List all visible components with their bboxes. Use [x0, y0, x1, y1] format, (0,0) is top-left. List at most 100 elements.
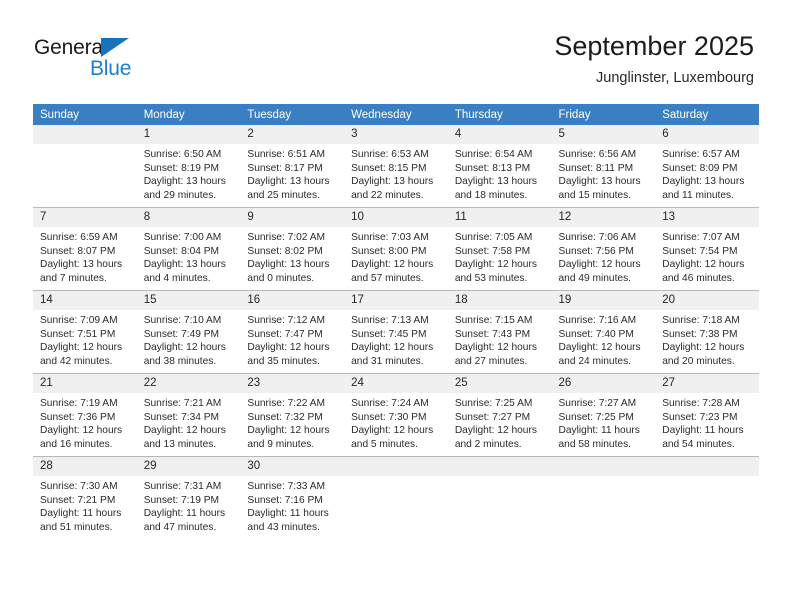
sunrise-text: Sunrise: 7:25 AM: [454, 398, 533, 409]
day-number: 26: [551, 374, 656, 393]
calendar-day-cell[interactable]: 15 Sunrise: 7:10 AM Sunset: 7:49 PM Dayl…: [136, 290, 241, 374]
daylight-text-line1: Daylight: 13 hours: [143, 176, 226, 188]
daylight-text-line1: Daylight: 12 hours: [558, 259, 641, 271]
calendar-day-cell[interactable]: 14 Sunrise: 7:09 AM Sunset: 7:51 PM Dayl…: [33, 290, 137, 374]
calendar-day-cell[interactable]: 4 Sunrise: 6:54 AM Sunset: 8:13 PM Dayli…: [447, 125, 552, 208]
sunset-text: Sunset: 7:36 PM: [40, 411, 116, 423]
calendar-day-cell[interactable]: 30 Sunrise: 7:33 AM Sunset: 7:16 PM Dayl…: [240, 456, 345, 539]
calendar-day-cell[interactable]: 21 Sunrise: 7:19 AM Sunset: 7:36 PM Dayl…: [33, 373, 137, 457]
calendar-day-cell[interactable]: 5 Sunrise: 6:56 AM Sunset: 8:11 PM Dayli…: [551, 125, 656, 208]
sunset-text: Sunset: 7:19 PM: [143, 494, 220, 506]
daylight-text-line1: Daylight: 13 hours: [247, 259, 330, 271]
daylight-text-line2: and 58 minutes.: [558, 438, 632, 450]
daylight-text-line1: Daylight: 13 hours: [247, 176, 330, 188]
daylight-text-line1: Daylight: 13 hours: [558, 176, 641, 188]
day-details: Sunrise: 6:51 AM Sunset: 8:17 PM Dayligh…: [240, 144, 344, 202]
calendar-day-cell[interactable]: 7 Sunrise: 6:59 AM Sunset: 8:07 PM Dayli…: [33, 207, 137, 291]
day-details: Sunrise: 7:16 AM Sunset: 7:40 PM Dayligh…: [552, 310, 656, 368]
calendar-day-cell[interactable]: 26 Sunrise: 7:27 AM Sunset: 7:25 PM Dayl…: [551, 373, 656, 457]
page-header: General Blue September 2025 Junglinster,…: [0, 0, 792, 104]
sunrise-text: Sunrise: 7:30 AM: [40, 481, 118, 492]
day-number: 19: [551, 291, 656, 310]
calendar-day-cell[interactable]: [344, 456, 448, 539]
weekday-header-saturday: Saturday: [655, 104, 759, 125]
sunset-text: Sunset: 8:09 PM: [662, 162, 738, 174]
calendar-day-cell[interactable]: 27 Sunrise: 7:28 AM Sunset: 7:23 PM Dayl…: [655, 373, 759, 457]
day-details: [33, 144, 137, 148]
calendar-day-cell[interactable]: 16 Sunrise: 7:12 AM Sunset: 7:47 PM Dayl…: [240, 290, 345, 374]
calendar-week-row: 21 Sunrise: 7:19 AM Sunset: 7:36 PM Dayl…: [33, 373, 759, 457]
sunrise-text: Sunrise: 7:22 AM: [247, 398, 325, 409]
daylight-text-line1: Daylight: 12 hours: [454, 342, 537, 354]
daylight-text-line1: Daylight: 12 hours: [143, 342, 226, 354]
calendar-day-cell[interactable]: 1 Sunrise: 6:50 AM Sunset: 8:19 PM Dayli…: [136, 125, 241, 208]
weekday-header-thursday: Thursday: [447, 104, 552, 125]
calendar-day-cell[interactable]: 22 Sunrise: 7:21 AM Sunset: 7:34 PM Dayl…: [136, 373, 241, 457]
sunrise-text: Sunrise: 7:28 AM: [662, 398, 740, 409]
calendar-day-cell[interactable]: [447, 456, 552, 539]
daylight-text-line1: Daylight: 12 hours: [454, 259, 537, 271]
daylight-text-line2: and 13 minutes.: [143, 438, 217, 450]
calendar-header-row: Sunday Monday Tuesday Wednesday Thursday…: [33, 104, 759, 125]
calendar-day-cell[interactable]: 25 Sunrise: 7:25 AM Sunset: 7:27 PM Dayl…: [447, 373, 552, 457]
calendar-day-cell[interactable]: 9 Sunrise: 7:02 AM Sunset: 8:02 PM Dayli…: [240, 207, 345, 291]
calendar-day-cell[interactable]: 6 Sunrise: 6:57 AM Sunset: 8:09 PM Dayli…: [655, 125, 759, 208]
sunrise-text: Sunrise: 6:56 AM: [558, 149, 637, 160]
sunset-text: Sunset: 7:16 PM: [247, 494, 323, 506]
daylight-text-line1: Daylight: 11 hours: [143, 508, 226, 520]
daylight-text-line1: Daylight: 12 hours: [558, 342, 641, 354]
calendar-day-cell[interactable]: 19 Sunrise: 7:16 AM Sunset: 7:40 PM Dayl…: [551, 290, 656, 374]
calendar-day-cell[interactable]: 28 Sunrise: 7:30 AM Sunset: 7:21 PM Dayl…: [33, 456, 137, 539]
sunrise-text: Sunrise: 7:19 AM: [40, 398, 118, 409]
sunrise-text: Sunrise: 6:57 AM: [662, 149, 740, 160]
calendar-day-cell[interactable]: 2 Sunrise: 6:51 AM Sunset: 8:17 PM Dayli…: [240, 125, 345, 208]
daylight-text-line2: and 49 minutes.: [558, 272, 632, 284]
daylight-text-line2: and 24 minutes.: [558, 355, 632, 367]
logo-text-blue: Blue: [90, 57, 132, 80]
calendar-day-cell[interactable]: 11 Sunrise: 7:05 AM Sunset: 7:58 PM Dayl…: [447, 207, 552, 291]
calendar-day-cell[interactable]: 29 Sunrise: 7:31 AM Sunset: 7:19 PM Dayl…: [136, 456, 241, 539]
sunrise-text: Sunrise: 6:51 AM: [247, 149, 325, 160]
daylight-text-line2: and 29 minutes.: [143, 189, 217, 201]
sunset-text: Sunset: 7:49 PM: [143, 328, 220, 340]
sunrise-text: Sunrise: 7:16 AM: [558, 315, 637, 326]
calendar-day-cell[interactable]: 8 Sunrise: 7:00 AM Sunset: 8:04 PM Dayli…: [136, 207, 241, 291]
day-details: Sunrise: 7:02 AM Sunset: 8:02 PM Dayligh…: [240, 227, 344, 285]
calendar-day-cell[interactable]: 17 Sunrise: 7:13 AM Sunset: 7:45 PM Dayl…: [344, 290, 448, 374]
day-number: 25: [447, 374, 552, 393]
daylight-text-line2: and 31 minutes.: [351, 355, 424, 367]
day-number: 16: [240, 291, 345, 310]
sunset-text: Sunset: 7:23 PM: [662, 411, 738, 423]
day-details: Sunrise: 7:09 AM Sunset: 7:51 PM Dayligh…: [33, 310, 137, 368]
sunset-text: Sunset: 7:21 PM: [40, 494, 116, 506]
calendar-day-cell[interactable]: 3 Sunrise: 6:53 AM Sunset: 8:15 PM Dayli…: [344, 125, 448, 208]
calendar-day-cell[interactable]: [551, 456, 656, 539]
calendar-day-cell[interactable]: [33, 125, 137, 208]
day-details: Sunrise: 7:19 AM Sunset: 7:36 PM Dayligh…: [33, 393, 137, 451]
day-number: [655, 457, 759, 476]
day-details: Sunrise: 7:25 AM Sunset: 7:27 PM Dayligh…: [448, 393, 552, 451]
day-number: 29: [136, 457, 241, 476]
sunset-text: Sunset: 7:56 PM: [558, 245, 634, 257]
calendar-day-cell[interactable]: 13 Sunrise: 7:07 AM Sunset: 7:54 PM Dayl…: [655, 207, 759, 291]
sunrise-text: Sunrise: 7:00 AM: [143, 232, 222, 243]
calendar-day-cell[interactable]: 20 Sunrise: 7:18 AM Sunset: 7:38 PM Dayl…: [655, 290, 759, 374]
calendar-day-cell[interactable]: 18 Sunrise: 7:15 AM Sunset: 7:43 PM Dayl…: [447, 290, 552, 374]
sunset-text: Sunset: 7:47 PM: [247, 328, 323, 340]
page-subtitle: Junglinster, Luxembourg: [596, 70, 754, 86]
sunset-text: Sunset: 7:40 PM: [558, 328, 634, 340]
sunset-text: Sunset: 7:25 PM: [558, 411, 634, 423]
sunrise-text: Sunrise: 7:03 AM: [351, 232, 429, 243]
day-details: Sunrise: 7:07 AM Sunset: 7:54 PM Dayligh…: [655, 227, 759, 285]
sunset-text: Sunset: 8:00 PM: [351, 245, 427, 257]
calendar-day-cell[interactable]: 23 Sunrise: 7:22 AM Sunset: 7:32 PM Dayl…: [240, 373, 345, 457]
sunrise-text: Sunrise: 7:33 AM: [247, 481, 325, 492]
calendar-day-cell[interactable]: 12 Sunrise: 7:06 AM Sunset: 7:56 PM Dayl…: [551, 207, 656, 291]
daylight-text-line1: Daylight: 11 hours: [662, 425, 744, 437]
day-number: 15: [136, 291, 241, 310]
calendar-day-cell[interactable]: 10 Sunrise: 7:03 AM Sunset: 8:00 PM Dayl…: [344, 207, 448, 291]
calendar-day-cell[interactable]: [655, 456, 759, 539]
daylight-text-line2: and 43 minutes.: [247, 521, 320, 533]
day-number: 30: [240, 457, 345, 476]
calendar-day-cell[interactable]: 24 Sunrise: 7:24 AM Sunset: 7:30 PM Dayl…: [344, 373, 448, 457]
